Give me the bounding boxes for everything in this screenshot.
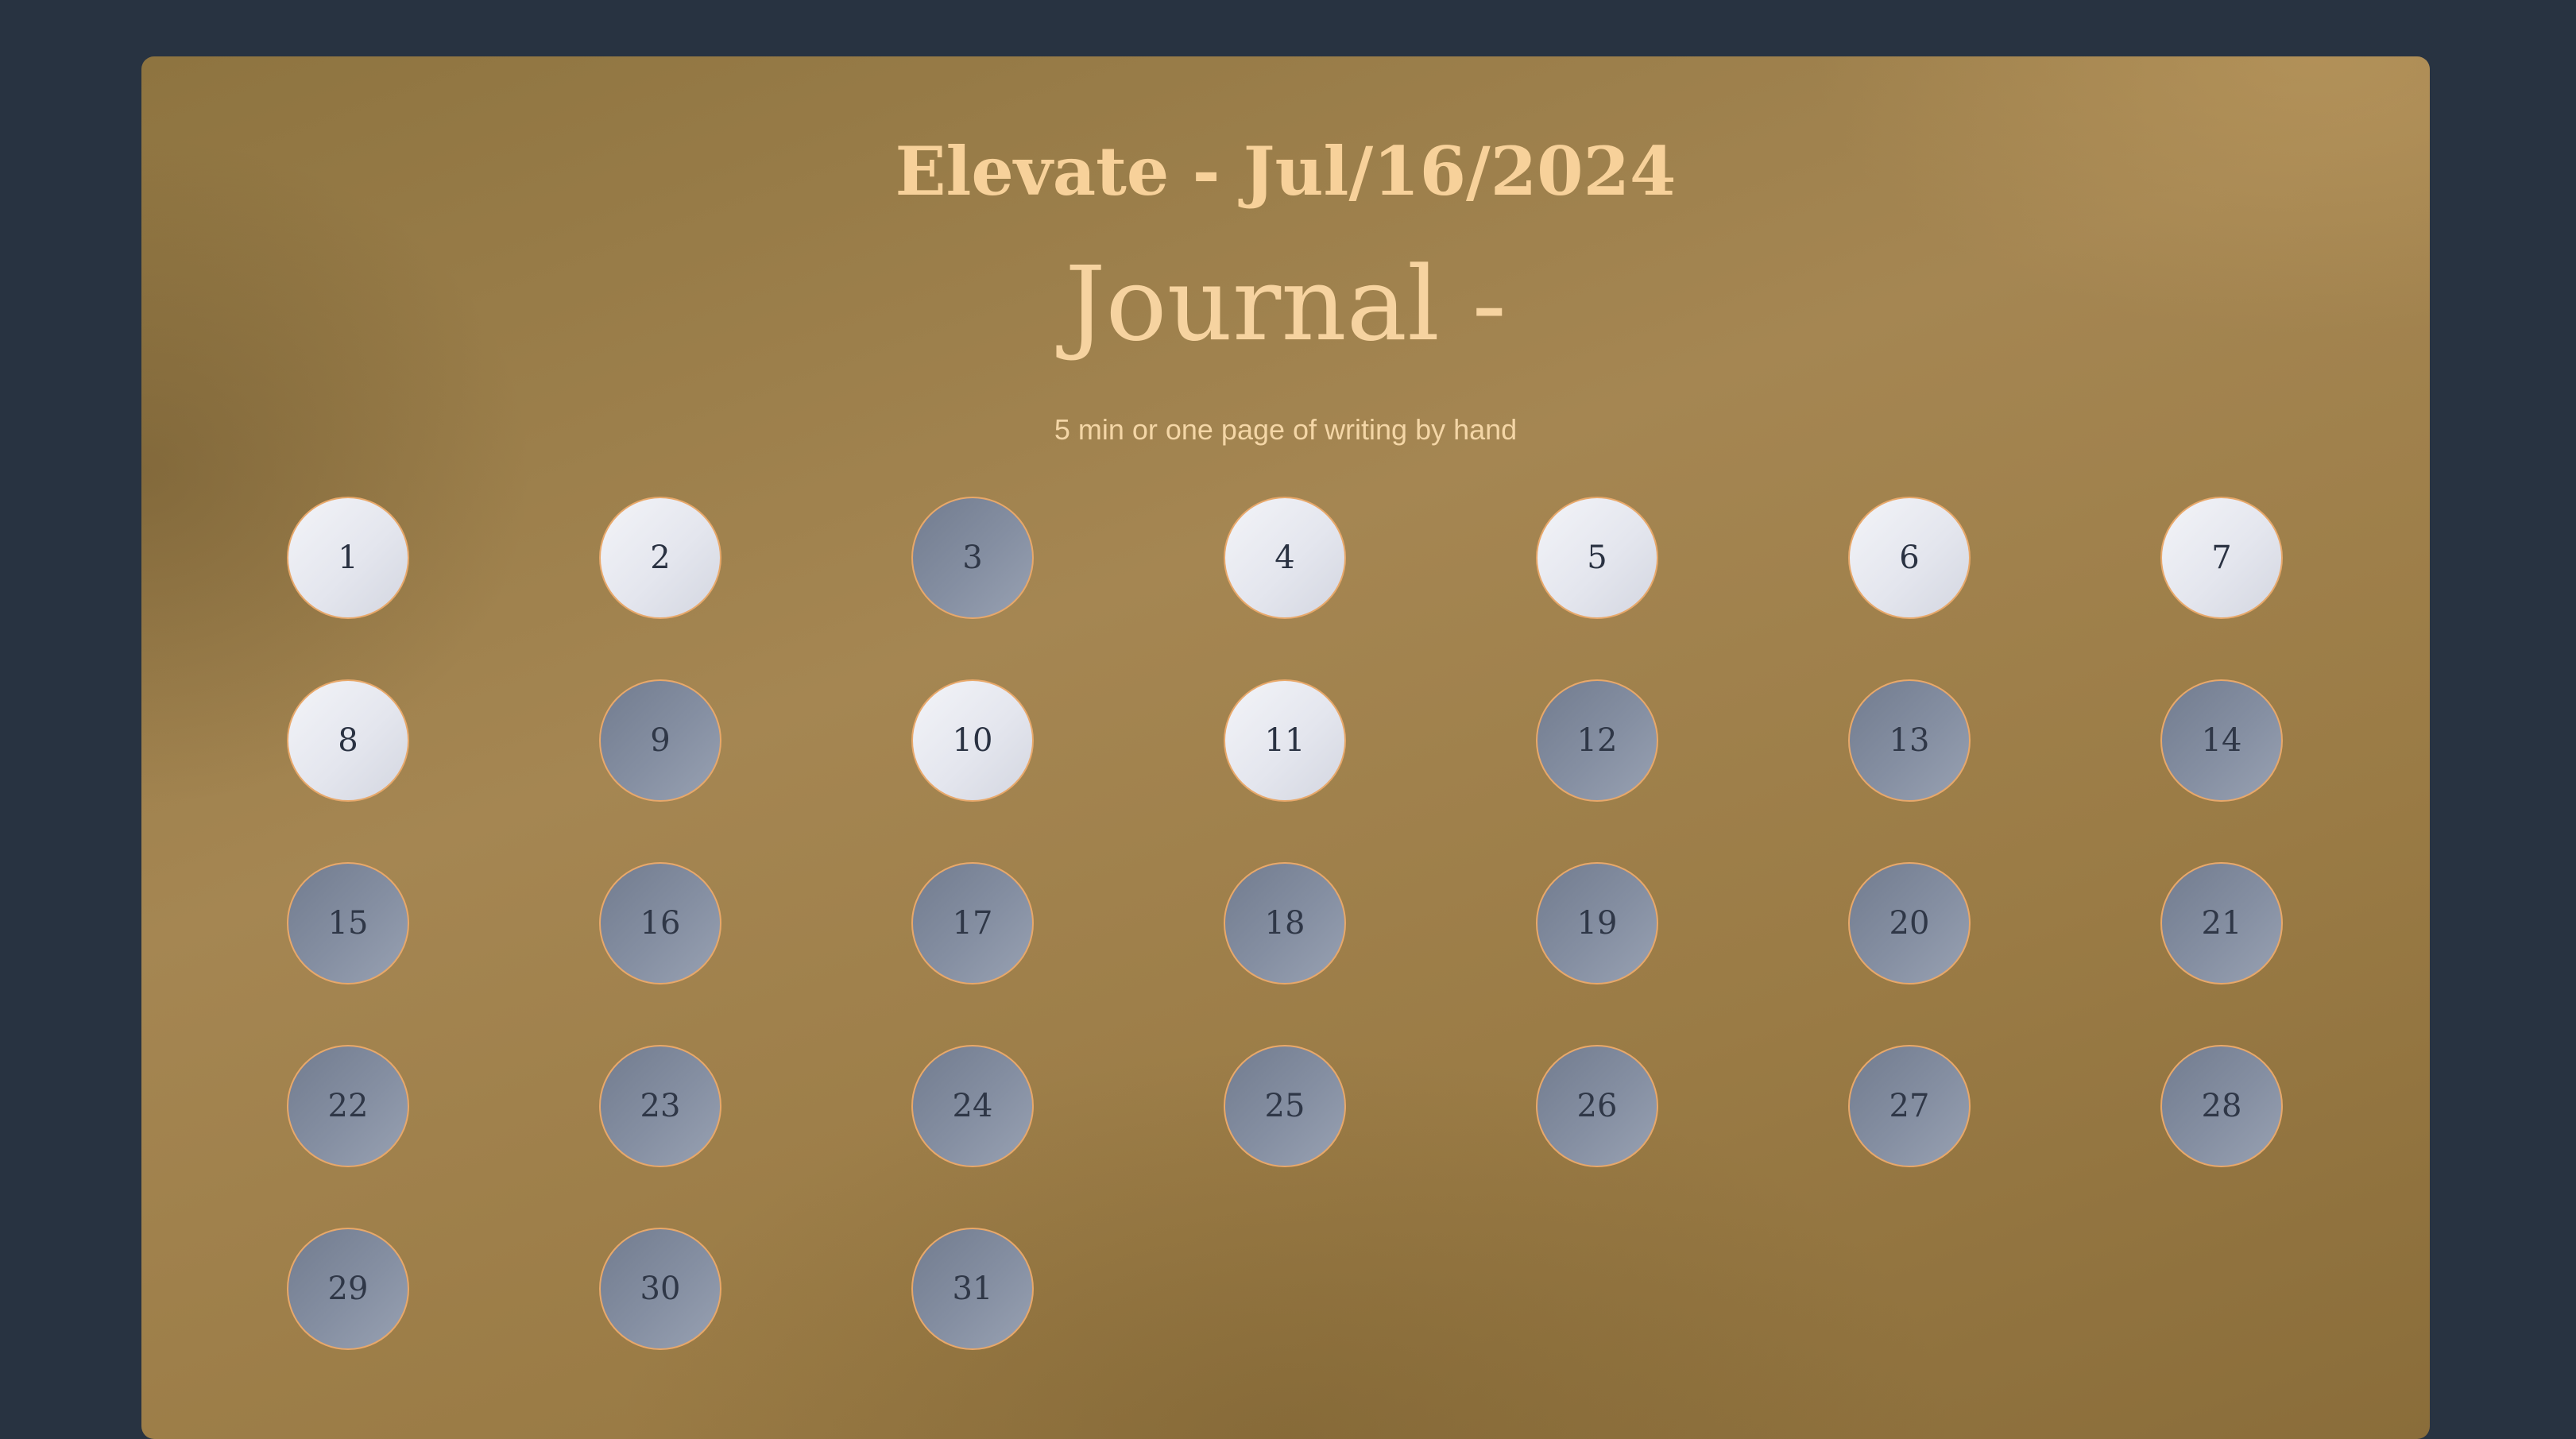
day-19-button[interactable]: 19 [1536, 862, 1658, 984]
day-21-button[interactable]: 21 [2160, 862, 2283, 984]
day-10-button[interactable]: 10 [911, 679, 1034, 802]
day-26-button[interactable]: 26 [1536, 1045, 1658, 1167]
day-7-button[interactable]: 7 [2160, 497, 2283, 619]
day-22-button[interactable]: 22 [287, 1045, 409, 1167]
day-24-button[interactable]: 24 [911, 1045, 1034, 1167]
day-31-button[interactable]: 31 [911, 1228, 1034, 1350]
day-28-button[interactable]: 28 [2160, 1045, 2283, 1167]
day-20-button[interactable]: 20 [1848, 862, 1971, 984]
day-3-button[interactable]: 3 [911, 497, 1034, 619]
day-27-button[interactable]: 27 [1848, 1045, 1971, 1167]
day-30-button[interactable]: 30 [599, 1228, 721, 1350]
day-13-button[interactable]: 13 [1848, 679, 1971, 802]
day-grid: 1 2 3 4 5 6 7 8 9 10 11 12 13 14 15 16 17 18 19 20 21 22 23 24 2… [141, 56, 2430, 1439]
day-2-button[interactable]: 2 [599, 497, 721, 619]
day-5-button[interactable]: 5 [1536, 497, 1658, 619]
habit-card: Elevate - Jul/16/2024 Journal - 5 min or… [141, 56, 2430, 1439]
day-4-button[interactable]: 4 [1224, 497, 1346, 619]
day-6-button[interactable]: 6 [1848, 497, 1971, 619]
day-17-button[interactable]: 17 [911, 862, 1034, 984]
day-18-button[interactable]: 18 [1224, 862, 1346, 984]
day-14-button[interactable]: 14 [2160, 679, 2283, 802]
day-23-button[interactable]: 23 [599, 1045, 721, 1167]
day-29-button[interactable]: 29 [287, 1228, 409, 1350]
day-8-button[interactable]: 8 [287, 679, 409, 802]
day-15-button[interactable]: 15 [287, 862, 409, 984]
day-1-button[interactable]: 1 [287, 497, 409, 619]
day-25-button[interactable]: 25 [1224, 1045, 1346, 1167]
day-11-button[interactable]: 11 [1224, 679, 1346, 802]
day-12-button[interactable]: 12 [1536, 679, 1658, 802]
day-9-button[interactable]: 9 [599, 679, 721, 802]
day-16-button[interactable]: 16 [599, 862, 721, 984]
